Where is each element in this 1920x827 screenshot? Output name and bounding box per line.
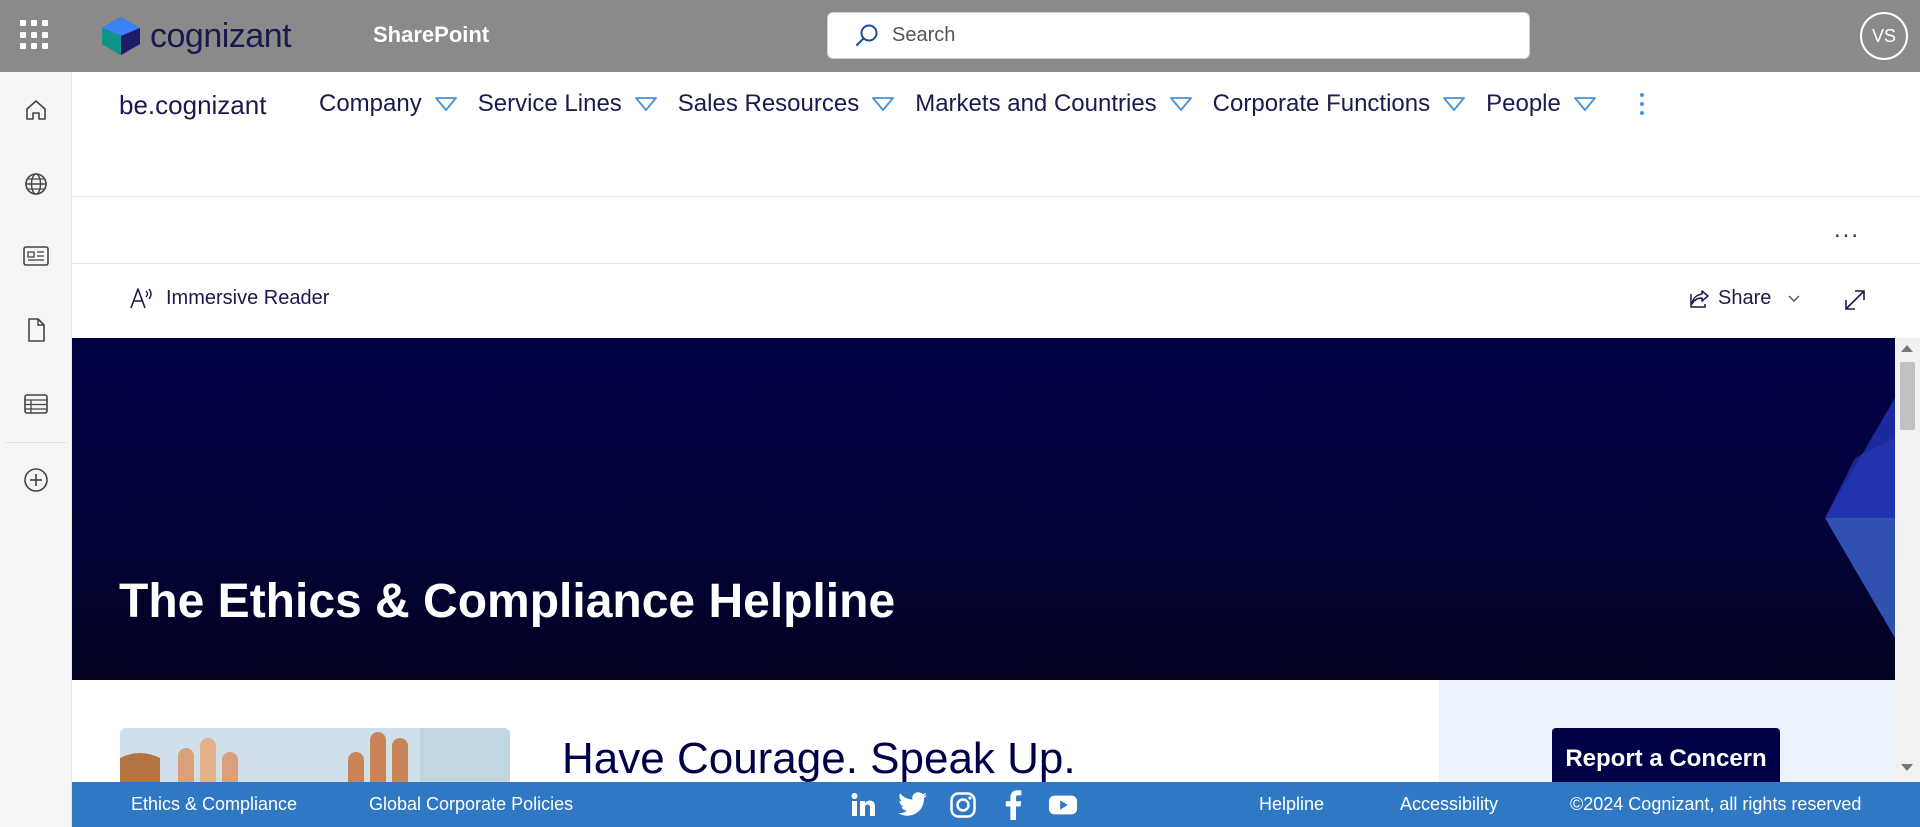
footer-link-policies[interactable]: Global Corporate Policies xyxy=(369,794,573,815)
linkedin-icon[interactable] xyxy=(848,790,878,820)
expand-icon[interactable] xyxy=(1842,287,1868,313)
vertical-scrollbar[interactable] xyxy=(1895,338,1920,782)
list-icon[interactable] xyxy=(18,386,54,422)
footer-link-ethics[interactable]: Ethics & Compliance xyxy=(131,794,297,815)
hub-nav-items: Company Service Lines Sales Resources Ma… xyxy=(319,90,1647,118)
footer-link-helpline[interactable]: Helpline xyxy=(1259,794,1324,815)
youtube-icon[interactable] xyxy=(1048,790,1078,820)
nav-item-service-lines[interactable]: Service Lines xyxy=(478,90,658,118)
report-concern-button[interactable]: Report a Concern xyxy=(1552,728,1780,782)
hands-photo xyxy=(120,728,510,782)
nav-item-markets-and-countries[interactable]: Markets and Countries xyxy=(915,90,1192,118)
more-vertical-icon[interactable] xyxy=(1637,91,1647,117)
section-headline: Have Courage. Speak Up. xyxy=(562,734,1076,782)
raised-hands-image xyxy=(120,728,510,782)
content-section: Have Courage. Speak Up. Report a Concern xyxy=(72,680,1895,782)
nav-item-corporate-functions[interactable]: Corporate Functions xyxy=(1213,90,1466,118)
chevron-down-icon[interactable] xyxy=(871,96,895,112)
report-panel: Report a Concern xyxy=(1439,680,1895,782)
add-icon[interactable] xyxy=(18,462,54,498)
hub-site-title[interactable]: be.cognizant xyxy=(119,90,266,121)
nav-item-label: People xyxy=(1486,90,1561,117)
home-icon[interactable] xyxy=(18,92,54,128)
search-icon xyxy=(856,24,878,46)
share-icon xyxy=(1690,289,1709,308)
footer: Ethics & Compliance Global Corporate Pol… xyxy=(72,782,1920,827)
app-launcher-icon[interactable] xyxy=(20,20,50,50)
nav-item-company[interactable]: Company xyxy=(319,90,458,118)
chevron-down-icon xyxy=(1788,295,1800,302)
copyright-text: ©2024 Cognizant, all rights reserved xyxy=(1570,794,1862,814)
chevron-down-icon[interactable] xyxy=(1442,96,1466,112)
scroll-down-icon[interactable] xyxy=(1901,764,1913,771)
nav-item-label: Markets and Countries xyxy=(915,90,1157,117)
scroll-up-icon[interactable] xyxy=(1901,345,1913,352)
app-name[interactable]: SharePoint xyxy=(373,22,489,48)
user-avatar[interactable]: VS xyxy=(1860,12,1908,60)
hub-navigation: be.cognizant Company Service Lines Sales… xyxy=(72,72,1920,197)
search-input[interactable] xyxy=(892,24,1492,47)
share-button[interactable]: Share xyxy=(1688,287,1801,310)
immersive-reader-icon xyxy=(130,288,152,309)
chevron-down-icon[interactable] xyxy=(1573,96,1597,112)
nav-item-label: Company xyxy=(319,90,422,117)
page-toolbar: Immersive Reader Share xyxy=(72,265,1920,337)
decorative-shape-icon xyxy=(1825,398,1895,638)
left-rail xyxy=(0,72,72,827)
chevron-down-icon[interactable] xyxy=(1169,96,1193,112)
rail-divider xyxy=(6,442,66,443)
immersive-reader-button[interactable]: Immersive Reader xyxy=(128,285,329,311)
globe-icon[interactable] xyxy=(18,166,54,202)
nav-item-label: Service Lines xyxy=(477,90,622,117)
chevron-down-icon[interactable] xyxy=(634,96,658,112)
page-title: The Ethics & Compliance Helpline xyxy=(119,575,896,628)
file-icon[interactable] xyxy=(18,312,54,348)
suite-bar: cognizant SharePoint VS xyxy=(0,0,1920,72)
cognizant-logo-mark-icon xyxy=(102,17,140,55)
scroll-thumb[interactable] xyxy=(1900,362,1915,430)
social-links xyxy=(848,790,1098,820)
twitter-icon[interactable] xyxy=(898,790,928,820)
nav-item-label: Sales Resources xyxy=(677,90,860,117)
logo-text: cognizant xyxy=(150,16,292,55)
chevron-down-icon[interactable] xyxy=(434,96,458,112)
more-options-icon[interactable]: ... xyxy=(1834,216,1860,244)
footer-link-accessibility[interactable]: Accessibility xyxy=(1400,794,1498,815)
immersive-reader-label: Immersive Reader xyxy=(166,286,330,309)
nav-item-sales-resources[interactable]: Sales Resources xyxy=(678,90,895,118)
cognizant-logo[interactable]: cognizant xyxy=(100,16,292,56)
share-label: Share xyxy=(1718,287,1772,309)
nav-item-label: Corporate Functions xyxy=(1212,90,1431,117)
facebook-icon[interactable] xyxy=(998,790,1028,820)
instagram-icon[interactable] xyxy=(948,790,978,820)
nav-item-people[interactable]: People xyxy=(1486,90,1597,118)
news-icon[interactable] xyxy=(18,238,54,274)
command-bar: ... xyxy=(72,198,1920,264)
search-box[interactable] xyxy=(827,12,1530,59)
hero-banner: The Ethics & Compliance Helpline xyxy=(72,338,1895,680)
